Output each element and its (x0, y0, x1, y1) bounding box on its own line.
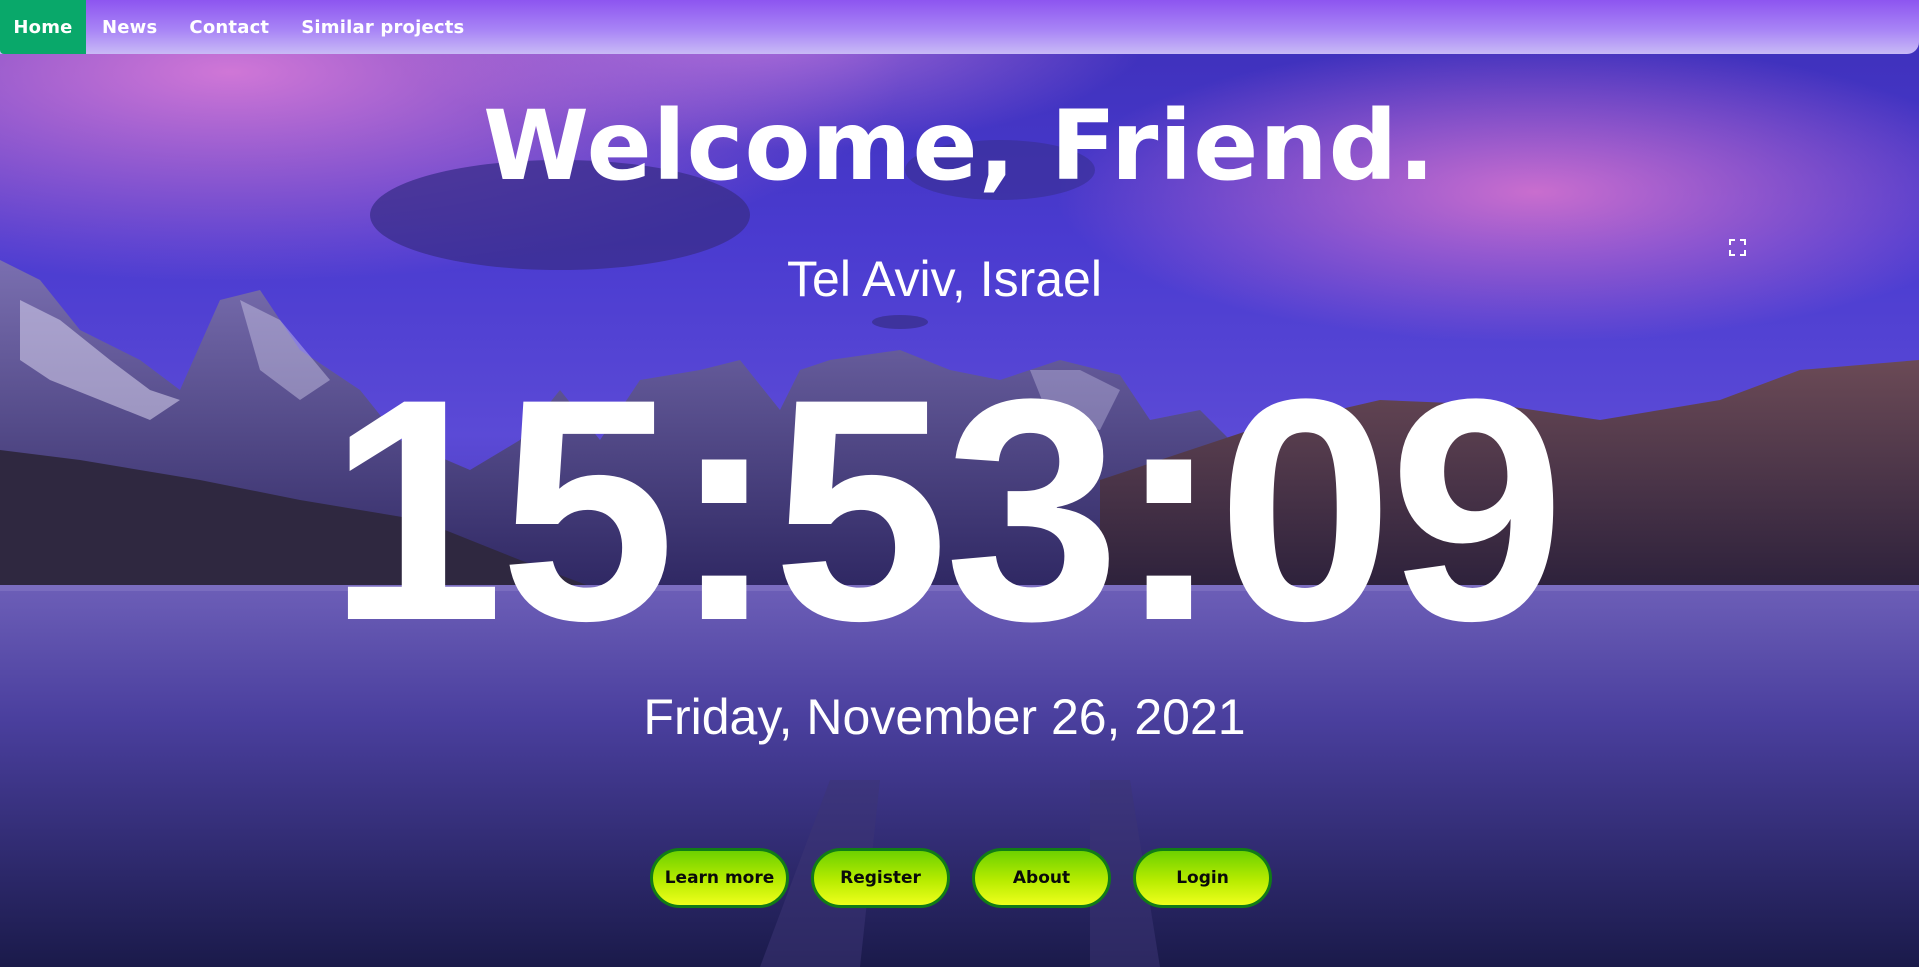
expand-icon[interactable] (1729, 239, 1746, 256)
top-navbar: Home News Contact Similar projects (0, 0, 1919, 54)
about-button[interactable]: About (972, 848, 1111, 908)
location-text: Tel Aviv, Israel (787, 251, 1102, 307)
register-button[interactable]: Register (811, 848, 950, 908)
learn-more-button[interactable]: Learn more (650, 848, 789, 908)
action-buttons: Learn more Register About Login (650, 848, 1272, 908)
login-button[interactable]: Login (1133, 848, 1272, 908)
date-text: Friday, November 26, 2021 (643, 689, 1246, 745)
nav-item-news[interactable]: News (86, 0, 173, 54)
nav-item-contact[interactable]: Contact (173, 0, 285, 54)
nav-item-home[interactable]: Home (0, 0, 86, 54)
nav-item-similar-projects[interactable]: Similar projects (285, 0, 480, 54)
digital-clock: 15:53:09 (328, 333, 1565, 686)
welcome-heading: Welcome, Friend. (483, 90, 1436, 202)
